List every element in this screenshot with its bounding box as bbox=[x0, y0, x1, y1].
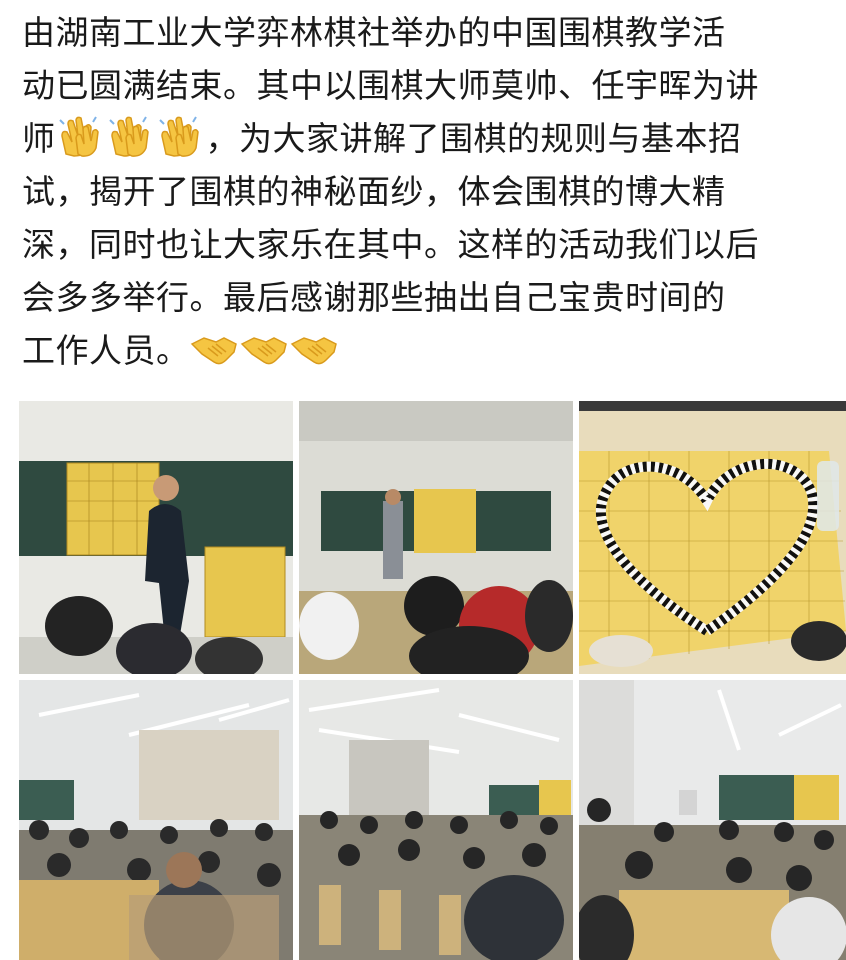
post-line: 师 ，为大家讲解了围棋的规则与基本招 bbox=[22, 112, 842, 165]
post-line: 试，揭开了围棋的神秘面纱，体会围棋的博大精 bbox=[22, 172, 726, 211]
post-line-part: 师 bbox=[22, 119, 56, 158]
photo-classroom-wide-left[interactable] bbox=[19, 680, 293, 960]
photo-instructor-at-board[interactable] bbox=[19, 401, 293, 674]
post-line-part: 工作人员。 bbox=[22, 331, 190, 370]
handshake-icon bbox=[290, 337, 337, 365]
handshake-icon bbox=[190, 337, 237, 365]
clapping-hands-icon bbox=[158, 116, 199, 157]
clapping-hands-icon bbox=[108, 116, 149, 157]
photo-heart-of-stones[interactable] bbox=[579, 401, 846, 674]
post-line: 深，同时也让大家乐在其中。这样的活动我们以后 bbox=[22, 225, 759, 264]
post-text: 由湖南工业大学弈林棋社举办的中国围棋教学活 动已圆满结束。其中以围棋大师莫帅、任… bbox=[22, 6, 842, 377]
handshake-icon bbox=[240, 337, 287, 365]
photo-classroom-wide-center[interactable] bbox=[299, 680, 573, 960]
clapping-hands-icon bbox=[58, 116, 99, 157]
photo-classroom-wide-right[interactable] bbox=[579, 680, 846, 960]
post-line-part: ，为大家讲解了围棋的规则与基本招 bbox=[205, 119, 742, 158]
post-line: 会多多举行。最后感谢那些抽出自己宝贵时间的 bbox=[22, 278, 726, 317]
post-line: 动已圆满结束。其中以围棋大师莫帅、任宇晖为讲 bbox=[22, 66, 759, 105]
post-line: 由湖南工业大学弈林棋社举办的中国围棋教学活 bbox=[22, 13, 726, 52]
photo-grid bbox=[19, 401, 846, 960]
post-line: 工作人员。 bbox=[22, 324, 842, 377]
photo-class-seated-at-boards[interactable] bbox=[299, 401, 573, 674]
